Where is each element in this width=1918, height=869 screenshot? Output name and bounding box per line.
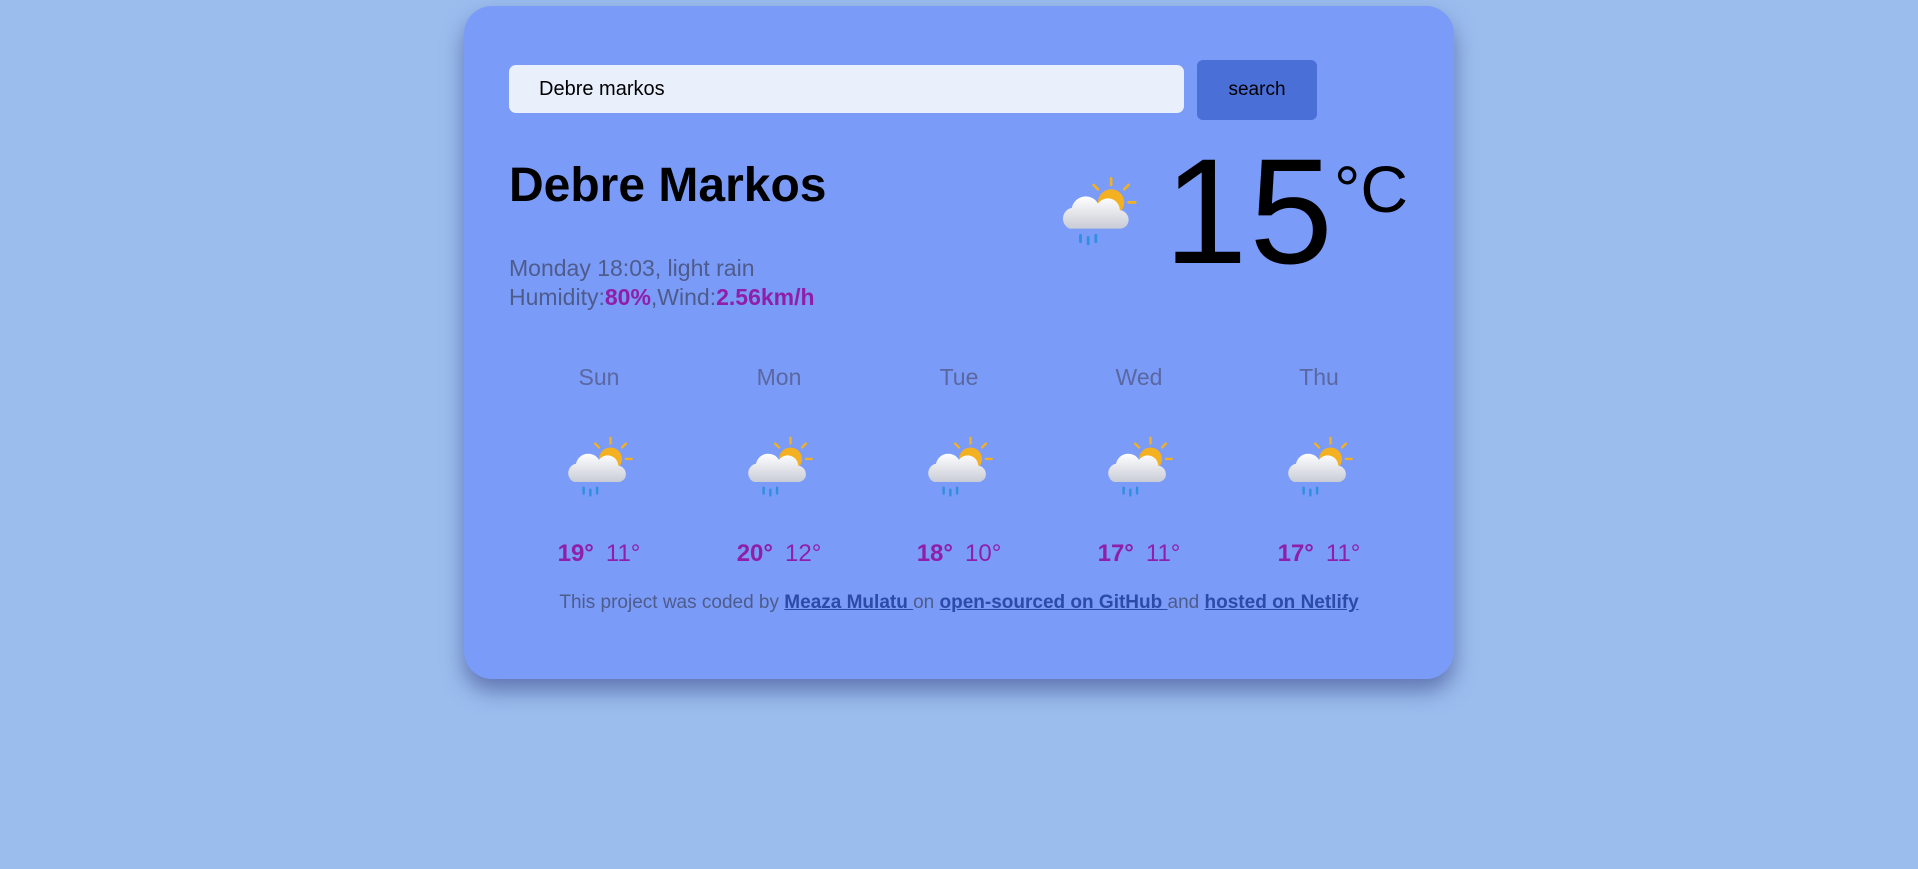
forecast-min: 11° (1325, 540, 1361, 567)
forecast-temps: 17° 11° (1049, 540, 1229, 568)
footer-text: on (913, 592, 940, 613)
forecast-day-name: Sun (578, 364, 620, 390)
forecast-max: 18° (916, 540, 953, 567)
cloud-sun-rain-icon (927, 436, 993, 497)
datetime-description: Monday 18:03, light rain (509, 255, 755, 281)
forecast-max: 17° (1277, 540, 1314, 567)
forecast-temps: 20° 12° (689, 540, 869, 568)
netlify-link[interactable]: hosted on Netlify (1205, 592, 1359, 613)
forecast-day: Tue 18° 10° (869, 364, 1049, 567)
search-button[interactable]: search (1197, 60, 1317, 120)
forecast-temps: 18° 10° (869, 540, 1049, 568)
forecast-day-name: Tue (939, 364, 979, 390)
forecast-min: 11° (605, 540, 641, 567)
forecast-day-name: Mon (756, 364, 802, 390)
wind-label: Wind: (657, 284, 717, 310)
weather-details: Monday 18:03, light rain Humidity:80%,Wi… (509, 254, 815, 312)
forecast-day-name: Thu (1299, 364, 1339, 390)
search-input[interactable] (509, 65, 1184, 113)
cloud-sun-rain-icon (567, 436, 633, 497)
forecast-day-name: Wed (1115, 364, 1163, 390)
cloud-sun-rain-icon (747, 436, 813, 497)
cloud-sun-rain-icon (1062, 177, 1137, 246)
current-temperature: 15 (1164, 127, 1335, 295)
humidity-wind-line: Humidity:80%,Wind:2.56km/h (509, 283, 815, 312)
weather-card: search Debre Markos Monday 18:03, light … (464, 6, 1454, 679)
footer-text: and (1167, 592, 1205, 613)
forecast-max: 19° (557, 540, 594, 567)
cloud-sun-rain-icon (1287, 436, 1353, 497)
footer: This project was coded by Meaza Mulatu o… (464, 592, 1454, 614)
forecast-day: Sun 19° 11° (509, 364, 689, 567)
city-name: Debre Markos (509, 159, 827, 212)
forecast-day: Mon 20° 12° (689, 364, 869, 567)
forecast-temps: 17° 11° (1229, 540, 1409, 568)
github-link[interactable]: open-sourced on GitHub (940, 592, 1168, 613)
temperature-unit: °C (1334, 152, 1409, 226)
humidity-value: 80% (604, 284, 651, 310)
author-link[interactable]: Meaza Mulatu (784, 592, 913, 613)
forecast-min: 11° (1145, 540, 1181, 567)
cloud-sun-rain-icon (1107, 436, 1173, 497)
forecast-day: Wed 17° 11° (1049, 364, 1229, 567)
forecast-max: 20° (736, 540, 773, 567)
forecast-temps: 19° 11° (509, 540, 689, 568)
wind-value: 2.56km/h (716, 284, 815, 310)
forecast-min: 12° (785, 540, 822, 567)
forecast-day: Thu 17° 11° (1229, 364, 1409, 567)
forecast-min: 10° (965, 540, 1002, 567)
humidity-label: Humidity: (509, 284, 605, 310)
forecast-max: 17° (1097, 540, 1134, 567)
footer-text: This project was coded by (559, 592, 785, 613)
